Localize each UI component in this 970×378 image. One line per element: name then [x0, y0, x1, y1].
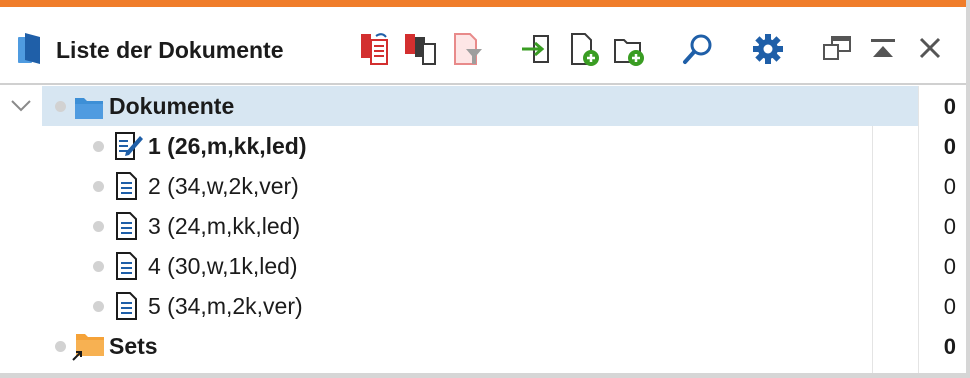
import-icon[interactable] — [520, 31, 554, 69]
window-title: Liste der Dokumente — [56, 37, 284, 63]
tree-node-dot — [55, 341, 66, 352]
accent-bar — [0, 0, 966, 7]
new-document-icon[interactable] — [568, 31, 602, 69]
sets-count: 0 — [943, 334, 956, 359]
document-list-app-icon — [16, 31, 46, 70]
new-document-group-icon[interactable] — [613, 31, 647, 69]
document-label[interactable]: 2 (34,w,2k,ver) — [148, 173, 299, 200]
tree-node-dot — [55, 101, 66, 112]
folder-sets-icon — [72, 331, 106, 366]
document-count: 0 — [943, 134, 956, 159]
tree-root-count: 0 — [943, 94, 956, 119]
document-label[interactable]: 1 (26,m,kk,led) — [148, 133, 307, 160]
filter-icon[interactable] — [452, 31, 486, 69]
tree-node-dot — [93, 181, 104, 192]
document-count: 0 — [943, 174, 956, 199]
expand-chevron-icon[interactable] — [10, 98, 32, 119]
column-divider — [872, 86, 873, 373]
document-icon — [114, 290, 144, 327]
document-tree: Dokumente 0 1 (26,m,kk,led) 0 2 (34,w,2k… — [0, 86, 966, 373]
document-label[interactable]: 5 (34,m,2k,ver) — [148, 293, 303, 320]
document-list-window: Liste der Dokumente Dokumente 0 1 (26,m,… — [0, 0, 970, 378]
settings-icon[interactable] — [751, 31, 785, 69]
document-icon — [114, 170, 144, 207]
close-icon[interactable] — [913, 31, 947, 69]
document-label[interactable]: 3 (24,m,kk,led) — [148, 213, 300, 240]
document-list-icon[interactable] — [358, 31, 392, 69]
document-count: 0 — [943, 294, 956, 319]
copy-documents-icon[interactable] — [403, 31, 437, 69]
document-icon — [114, 250, 144, 287]
document-edit-icon — [114, 130, 144, 167]
toolbar-separator — [0, 83, 966, 85]
search-icon[interactable] — [681, 31, 715, 69]
document-icon — [114, 210, 144, 247]
tree-root-label[interactable]: Dokumente — [109, 93, 234, 120]
document-count: 0 — [943, 254, 956, 279]
toolbar: Liste der Dokumente — [0, 7, 966, 83]
tree-node-dot — [93, 221, 104, 232]
sets-label[interactable]: Sets — [109, 333, 158, 360]
collapse-window-icon[interactable] — [866, 31, 900, 69]
document-label[interactable]: 4 (30,w,1k,led) — [148, 253, 298, 280]
folder-blue-icon — [74, 94, 104, 125]
tree-node-dot — [93, 141, 104, 152]
undock-window-icon[interactable] — [820, 31, 854, 69]
tree-node-dot — [93, 261, 104, 272]
tree-node-dot — [93, 301, 104, 312]
document-count: 0 — [943, 214, 956, 239]
